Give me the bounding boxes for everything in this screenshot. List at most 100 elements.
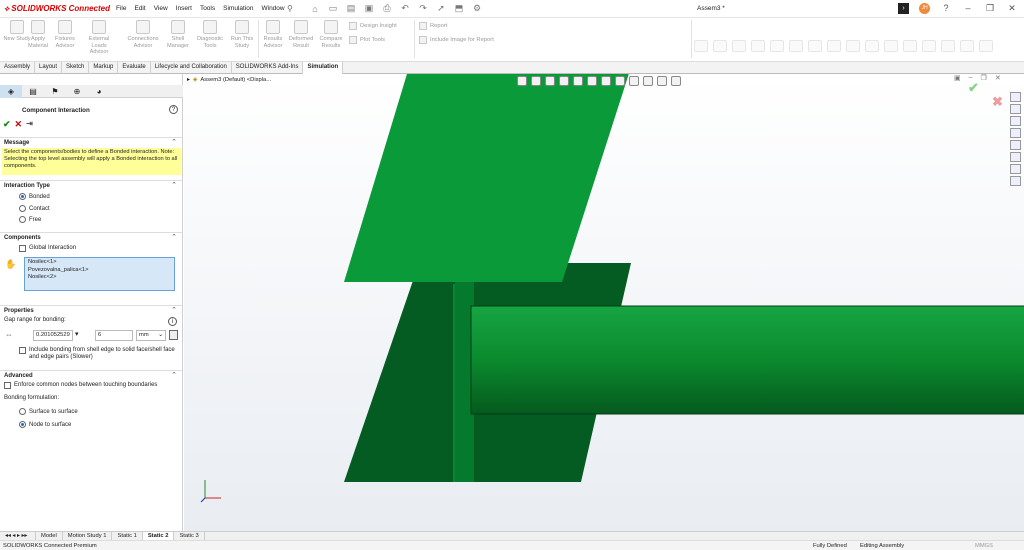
close-view-icon[interactable]: ✕ — [995, 74, 1001, 82]
menu-window[interactable]: Window — [257, 5, 288, 12]
dynamic-annotation-icon[interactable] — [573, 76, 583, 86]
tab-nav-arrows[interactable]: ◂◂ ◂ ▸ ▸▸ — [0, 532, 36, 540]
list-item[interactable]: Nosilec<1> — [28, 259, 171, 267]
menu-view[interactable]: View — [150, 5, 172, 12]
rebuild-icon[interactable]: ⬒ — [452, 2, 466, 15]
include-shell-checkbox[interactable]: Include bonding from shell edge to solid… — [19, 347, 179, 361]
interaction-type-header[interactable]: Interaction Type ⌃ — [0, 180, 183, 191]
pin-icon[interactable]: ⚲ — [287, 4, 293, 13]
tab-static-1[interactable]: Static 1 — [112, 532, 143, 540]
gap-min-input[interactable]: 0.201052529 — [33, 330, 73, 341]
forum-icon[interactable] — [1010, 164, 1021, 174]
connections-advisor-button[interactable]: Connections Advisor — [126, 20, 160, 49]
section-view-icon[interactable] — [559, 76, 569, 86]
plot-tools-button[interactable]: Plot Tools — [349, 36, 385, 44]
gap-max-input[interactable]: 6 — [95, 330, 133, 341]
restore-view-icon[interactable]: ❐ — [981, 74, 987, 82]
global-interaction-checkbox[interactable]: Global Interaction — [19, 245, 76, 252]
home-icon[interactable]: ⌂ — [308, 2, 322, 15]
restore-icon[interactable]: ❐ — [984, 2, 996, 14]
cancel-icon[interactable]: ✕ — [15, 119, 23, 130]
feature-tree-root[interactable]: ▸ ◈ Assem3 (Default) <Displa... — [187, 77, 271, 83]
recycle-icon[interactable] — [1010, 176, 1021, 186]
menu-file[interactable]: File — [112, 5, 130, 12]
zoom-area-icon[interactable] — [531, 76, 541, 86]
display-style-icon[interactable] — [601, 76, 611, 86]
enforce-common-nodes-checkbox[interactable]: Enforce common nodes between touching bo… — [4, 382, 157, 389]
help-icon[interactable]: ? — [169, 105, 178, 114]
select-icon[interactable]: ➚ — [434, 2, 448, 15]
appearances-icon[interactable] — [1010, 140, 1021, 150]
tab-simulation[interactable]: Simulation — [303, 62, 344, 74]
tab-static-3[interactable]: Static 3 — [174, 532, 205, 540]
custom-properties-icon[interactable] — [1010, 152, 1021, 162]
run-study-button[interactable]: Run This Study — [225, 20, 259, 49]
close-icon[interactable]: ✕ — [1006, 2, 1018, 14]
tab-evaluate[interactable]: Evaluate — [118, 62, 151, 74]
deformed-result-button[interactable]: Deformed Result — [284, 20, 318, 49]
design-library-icon[interactable] — [1010, 104, 1021, 114]
list-item[interactable]: Nosilec<2> — [28, 274, 171, 282]
menu-edit[interactable]: Edit — [130, 5, 149, 12]
confirm-cancel-icon[interactable]: ✖ — [992, 94, 1003, 110]
pushpin-icon[interactable]: ⇥ — [26, 119, 33, 130]
minimize-icon[interactable]: – — [962, 2, 974, 14]
list-item[interactable]: Povezovalna_palica<1> — [28, 267, 171, 275]
compare-results-button[interactable]: Compare Results — [314, 20, 348, 49]
calculator-icon[interactable] — [169, 330, 178, 340]
print-icon[interactable]: ⎙ — [380, 2, 394, 15]
ok-icon[interactable]: ✔ — [3, 119, 11, 130]
bonded-radio[interactable]: Bonded — [19, 193, 50, 200]
diagnostic-tools-button[interactable]: Diagnostic Tools — [193, 20, 227, 49]
view-orientation-icon[interactable] — [587, 76, 597, 86]
spin-icon[interactable]: ▾ — [75, 330, 79, 338]
info-icon[interactable]: i — [168, 317, 177, 326]
status-units[interactable]: MMGS — [975, 543, 993, 549]
components-section-header[interactable]: Components ⌃ — [0, 232, 183, 243]
tab-markup[interactable]: Markup — [89, 62, 119, 74]
tile-icon[interactable]: ▣ — [954, 74, 961, 82]
expand-icon[interactable]: ▸ — [187, 77, 190, 83]
hide-show-icon[interactable] — [615, 76, 625, 86]
open-icon[interactable]: ▤ — [344, 2, 358, 15]
components-selection-box[interactable]: Nosilec<1> Povezovalna_palica<1> Nosilec… — [24, 257, 175, 291]
new-icon[interactable]: ▭ — [326, 2, 340, 15]
unit-select[interactable]: mm ⌄ — [136, 330, 166, 341]
save-icon[interactable]: ▣ — [362, 2, 376, 15]
free-radio[interactable]: Free — [19, 216, 41, 223]
message-section-header[interactable]: Message ⌃ — [0, 137, 183, 148]
avatar[interactable]: JH — [919, 2, 930, 14]
tab-motion-study[interactable]: Motion Study 1 — [63, 532, 113, 540]
tab-static-2[interactable]: Static 2 — [142, 532, 175, 540]
include-image-button[interactable]: Include Image for Report — [419, 36, 494, 44]
feature-manager-tab-icon[interactable]: ◈ — [0, 85, 22, 98]
contact-radio[interactable]: Contact — [19, 205, 50, 212]
tab-layout[interactable]: Layout — [35, 62, 63, 74]
design-insight-button[interactable]: Design Insight — [349, 22, 397, 30]
redo-icon[interactable]: ↷ — [416, 2, 430, 15]
scene-icon[interactable] — [643, 76, 653, 86]
graphics-area[interactable]: ▸ ◈ Assem3 (Default) <Displa... ▣ – ❐ ✕ ✔ … — [184, 74, 1024, 531]
menu-tools[interactable]: Tools — [196, 5, 219, 12]
fixtures-advisor-button[interactable]: Fixtures Advisor — [48, 20, 82, 49]
configuration-tab-icon[interactable]: ⚑ — [44, 85, 66, 98]
terminal-icon[interactable]: › — [898, 2, 909, 14]
solidworks-resources-icon[interactable] — [1010, 92, 1021, 102]
node-to-surface-radio[interactable]: Node to surface — [19, 421, 71, 428]
external-loads-button[interactable]: External Loads Advisor — [82, 20, 116, 56]
zoom-fit-icon[interactable] — [517, 76, 527, 86]
tab-sketch[interactable]: Sketch — [62, 62, 90, 74]
shell-manager-button[interactable]: Shell Manager — [161, 20, 195, 49]
confirm-ok-icon[interactable]: ✔ — [968, 80, 979, 96]
surface-to-surface-radio[interactable]: Surface to surface — [19, 408, 78, 415]
display-manager-tab-icon[interactable]: ◕ — [88, 85, 110, 98]
view-palette-icon[interactable] — [1010, 128, 1021, 138]
tab-lifecycle[interactable]: Lifecycle and Collaboration — [151, 62, 232, 74]
tab-model[interactable]: Model — [36, 532, 63, 540]
connecting-beam[interactable] — [470, 305, 1024, 415]
advanced-section-header[interactable]: Advanced ⌃ — [0, 370, 183, 381]
model-viewport[interactable] — [184, 74, 1024, 531]
file-explorer-icon[interactable] — [1010, 116, 1021, 126]
property-manager-tab-icon[interactable]: ▤ — [22, 85, 44, 98]
appearance-icon[interactable] — [629, 76, 639, 86]
